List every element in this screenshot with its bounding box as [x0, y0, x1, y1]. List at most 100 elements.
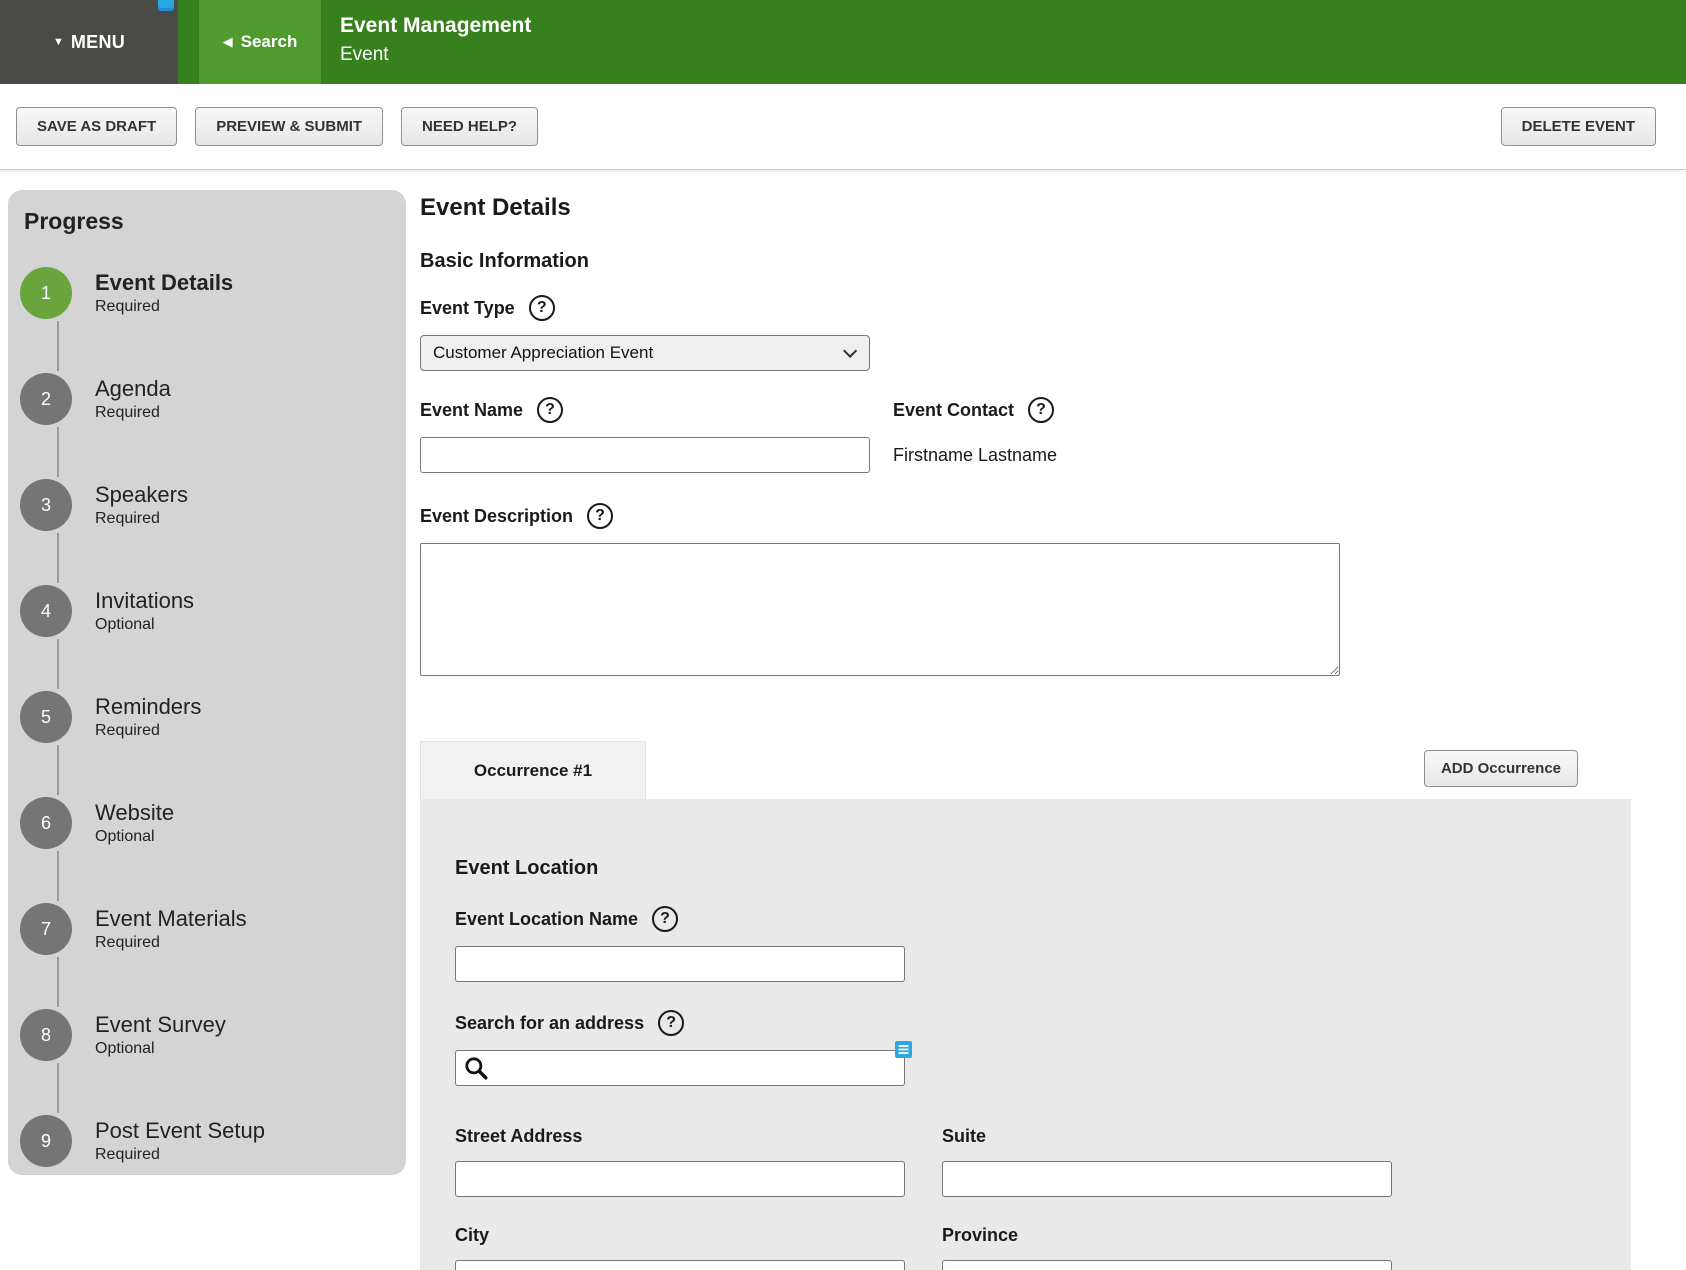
step-label: Event Survey: [95, 1011, 226, 1038]
save-as-draft-button[interactable]: SAVE AS DRAFT: [16, 107, 177, 146]
menu-label: MENU: [71, 32, 125, 53]
header-titles: Event Management Event: [340, 14, 531, 66]
progress-step-event-survey[interactable]: 8 Event Survey Optional: [20, 1009, 394, 1061]
step-status: Required: [95, 508, 188, 530]
event-description-textarea[interactable]: [420, 543, 1340, 676]
step-number-badge: 2: [20, 373, 72, 425]
event-name-input[interactable]: [420, 437, 870, 473]
step-status: Required: [95, 296, 233, 318]
help-icon[interactable]: ?: [537, 397, 563, 423]
city-input[interactable]: [455, 1260, 905, 1270]
step-status: Required: [95, 1144, 265, 1166]
step-number-badge: 6: [20, 797, 72, 849]
step-status: Optional: [95, 826, 174, 848]
occurrence-panel: Event Location Event Location Name ? Sea…: [420, 799, 1631, 1270]
menu-button[interactable]: ▼ MENU: [0, 0, 178, 84]
toolbar: SAVE AS DRAFT PREVIEW & SUBMIT NEED HELP…: [0, 84, 1686, 170]
event-description-label: Event Description: [420, 506, 573, 527]
add-occurrence-button[interactable]: ADD Occurrence: [1424, 750, 1578, 787]
occurrence-tab-label: Occurrence #1: [474, 761, 592, 781]
progress-heading: Progress: [24, 208, 394, 235]
help-icon[interactable]: ?: [658, 1010, 684, 1036]
step-connector: [57, 639, 59, 689]
address-search-wrapper: [455, 1050, 905, 1086]
step-number: 6: [41, 813, 51, 834]
step-label: Speakers: [95, 481, 188, 508]
event-location-name-input[interactable]: [455, 946, 905, 982]
progress-step-website[interactable]: 6 Website Optional: [20, 797, 394, 849]
section-title: Event Details: [420, 194, 1686, 222]
delete-event-button[interactable]: DELETE EVENT: [1501, 107, 1656, 146]
address-search-label: Search for an address: [455, 1013, 644, 1034]
menu-caret-icon: ▼: [53, 36, 64, 48]
step-status: Optional: [95, 1038, 226, 1060]
step-number-badge: 8: [20, 1009, 72, 1061]
help-icon[interactable]: ?: [1028, 397, 1054, 423]
basic-information-heading: Basic Information: [420, 250, 1686, 273]
step-connector: [57, 745, 59, 795]
progress-step-speakers[interactable]: 3 Speakers Required: [20, 479, 394, 531]
event-type-selected-value: Customer Appreciation Event: [433, 343, 843, 363]
step-connector: [57, 957, 59, 1007]
step-number-badge: 1: [20, 267, 72, 319]
search-button[interactable]: ◀ Search: [199, 0, 321, 84]
event-contact-name: Firstname Lastname: [893, 445, 1686, 466]
notification-icon: [158, 0, 174, 11]
event-location-heading: Event Location: [455, 857, 1596, 880]
step-connector: [57, 533, 59, 583]
step-number-badge: 9: [20, 1115, 72, 1167]
progress-sidebar: Progress 1 Event Details Required 2 Agen…: [8, 190, 406, 1175]
tab-occurrence-1[interactable]: Occurrence #1: [420, 741, 646, 799]
event-contact-label: Event Contact: [893, 400, 1014, 421]
street-address-input[interactable]: [455, 1161, 905, 1197]
step-label: Event Materials: [95, 905, 247, 932]
event-location-name-label: Event Location Name: [455, 909, 638, 930]
step-label: Post Event Setup: [95, 1117, 265, 1144]
address-search-input[interactable]: [455, 1050, 905, 1086]
step-number-badge: 7: [20, 903, 72, 955]
step-number: 7: [41, 919, 51, 940]
province-input[interactable]: [942, 1260, 1392, 1270]
step-label: Agenda: [95, 375, 171, 402]
step-number: 1: [41, 283, 51, 304]
progress-step-event-materials[interactable]: 7 Event Materials Required: [20, 903, 394, 955]
need-help-button[interactable]: NEED HELP?: [401, 107, 538, 146]
step-connector: [57, 321, 59, 371]
step-number: 4: [41, 601, 51, 622]
chevron-down-icon: [843, 344, 857, 358]
progress-step-reminders[interactable]: 5 Reminders Required: [20, 691, 394, 743]
step-status: Optional: [95, 614, 194, 636]
step-label: Website: [95, 799, 174, 826]
help-icon[interactable]: ?: [529, 295, 555, 321]
city-label: City: [455, 1225, 489, 1246]
page-title: Event Management: [340, 14, 531, 38]
event-type-label: Event Type: [420, 298, 515, 319]
step-number: 3: [41, 495, 51, 516]
help-icon[interactable]: ?: [587, 503, 613, 529]
content-area: Progress 1 Event Details Required 2 Agen…: [0, 170, 1686, 1270]
step-connector: [57, 851, 59, 901]
step-number-badge: 4: [20, 585, 72, 637]
preview-submit-button[interactable]: PREVIEW & SUBMIT: [195, 107, 383, 146]
progress-step-invitations[interactable]: 4 Invitations Optional: [20, 585, 394, 637]
app-header: ▼ MENU ◀ Search Event Management Event: [0, 0, 1686, 84]
step-label: Event Details: [95, 269, 233, 296]
step-number-badge: 3: [20, 479, 72, 531]
event-type-select[interactable]: Customer Appreciation Event: [420, 335, 870, 371]
step-status: Required: [95, 720, 201, 742]
step-connector: [57, 427, 59, 477]
step-label: Reminders: [95, 693, 201, 720]
step-number-badge: 5: [20, 691, 72, 743]
back-arrow-icon: ◀: [223, 34, 233, 50]
progress-step-post-event-setup[interactable]: 9 Post Event Setup Required: [20, 1115, 394, 1167]
province-label: Province: [942, 1225, 1018, 1246]
help-icon[interactable]: ?: [652, 906, 678, 932]
search-label: Search: [241, 32, 298, 52]
address-list-icon[interactable]: [895, 1041, 912, 1058]
step-number: 9: [41, 1131, 51, 1152]
progress-step-event-details[interactable]: 1 Event Details Required: [20, 267, 394, 319]
suite-input[interactable]: [942, 1161, 1392, 1197]
event-name-label: Event Name: [420, 400, 523, 421]
step-connector: [57, 1063, 59, 1113]
progress-step-agenda[interactable]: 2 Agenda Required: [20, 373, 394, 425]
